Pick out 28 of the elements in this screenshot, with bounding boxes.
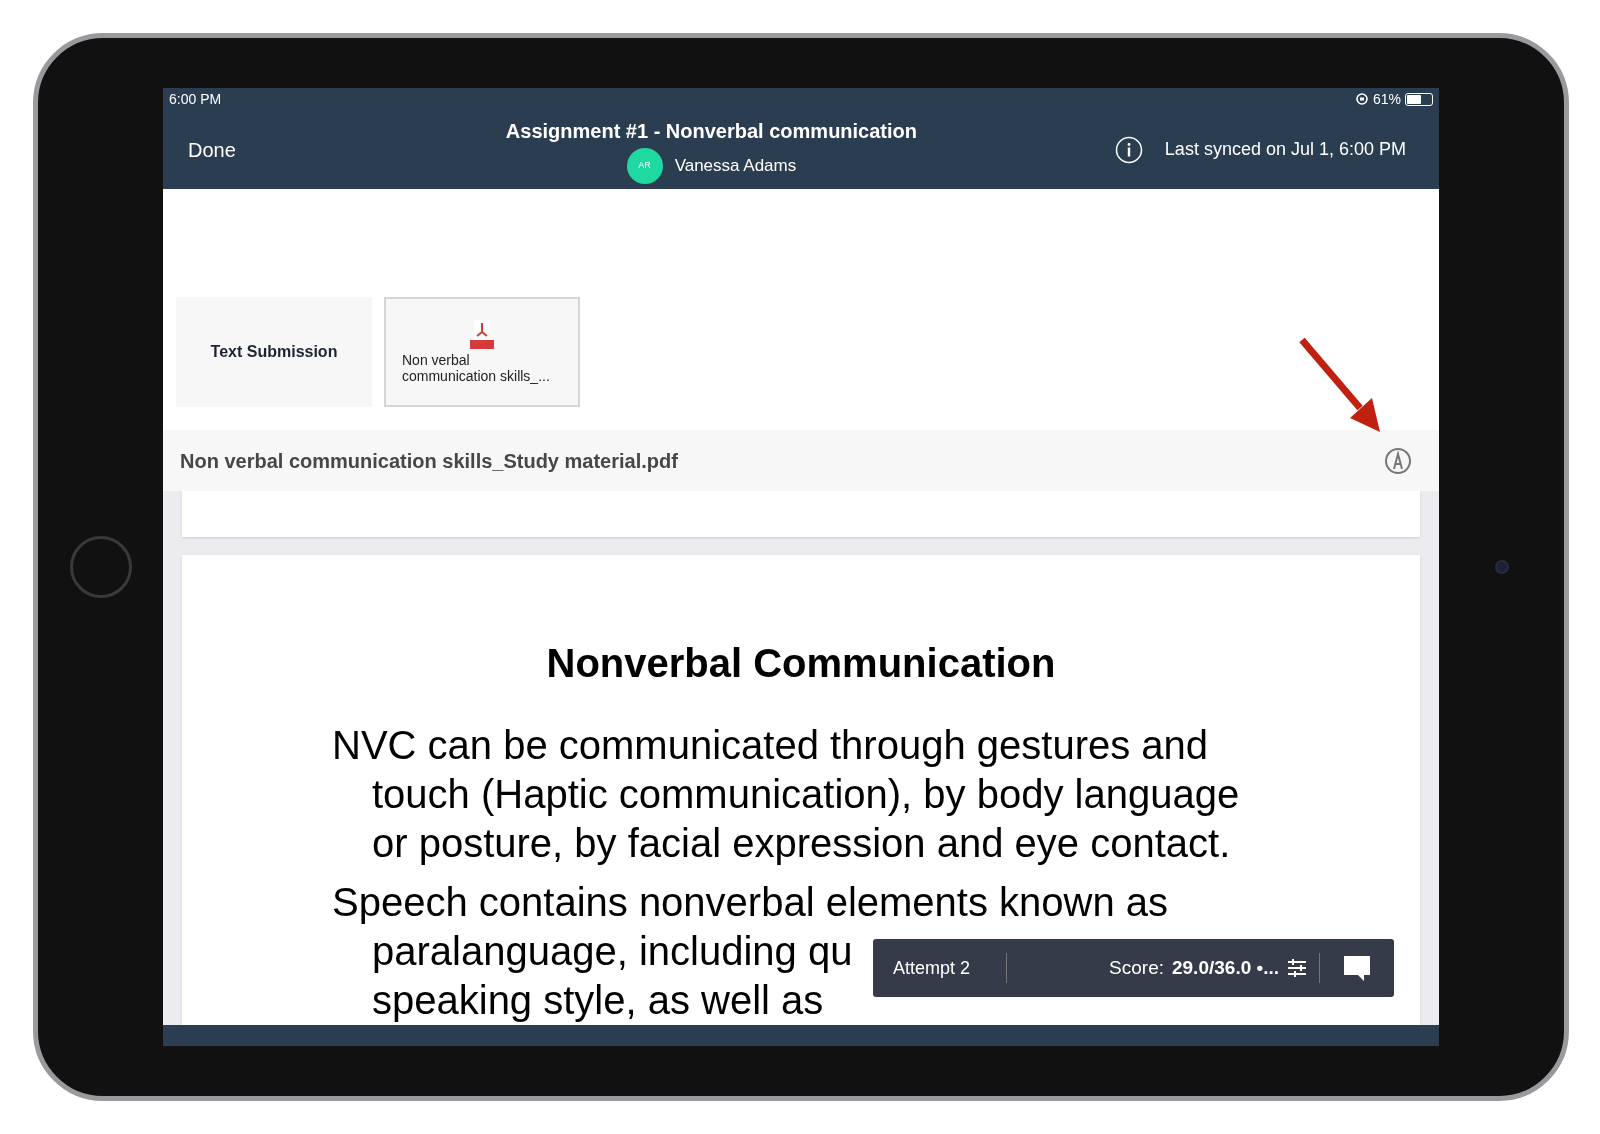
document-text-line: Speech contains nonverbal elements known as — [332, 879, 1169, 926]
document-text-line: paralanguage, including qu — [372, 928, 853, 975]
submission-tab[interactable]: Text Submission — [176, 297, 372, 407]
document-text-line: NVC can be communicated through gestures and — [332, 722, 1209, 769]
comment-icon[interactable] — [1343, 954, 1371, 982]
document-heading: Nonverbal Communication — [546, 640, 1056, 687]
pdf-icon — [470, 320, 494, 350]
annotate-pen-icon[interactable] — [1384, 446, 1412, 475]
sync-status: Last synced on Jul 1, 6:00 PM — [1164, 138, 1406, 161]
camera-icon — [1494, 560, 1509, 574]
status-time: 6:00 PM — [169, 89, 222, 109]
battery-icon — [1405, 92, 1433, 106]
battery-percent: 61% — [1372, 89, 1401, 109]
sliders-icon[interactable] — [1287, 958, 1307, 978]
document-text-line: speaking style, as well as — [372, 977, 824, 1024]
done-button[interactable]: Done — [188, 134, 308, 165]
file-name: Non verbal communication skills_Study material.pdf — [180, 448, 678, 474]
document-text-line: touch (Haptic communication), by body language — [372, 771, 1240, 818]
submission-tab[interactable]: Non verbal communication skills_... — [384, 297, 580, 407]
student-avatar: AR — [626, 147, 663, 184]
score-value: 29.0/36.0 •... — [1172, 955, 1279, 980]
document-text-line: or posture, by facial expression and eye contact. — [372, 820, 1231, 867]
attempt-label[interactable]: Attempt 2 — [873, 954, 1006, 982]
assignment-title: Assignment #1 - Nonverbal communication — [505, 118, 918, 144]
student-name: Vanessa Adams — [674, 154, 797, 177]
orientation-lock-icon — [1354, 92, 1369, 106]
info-icon[interactable] — [1114, 135, 1143, 164]
score-label: Score: — [1109, 955, 1164, 980]
